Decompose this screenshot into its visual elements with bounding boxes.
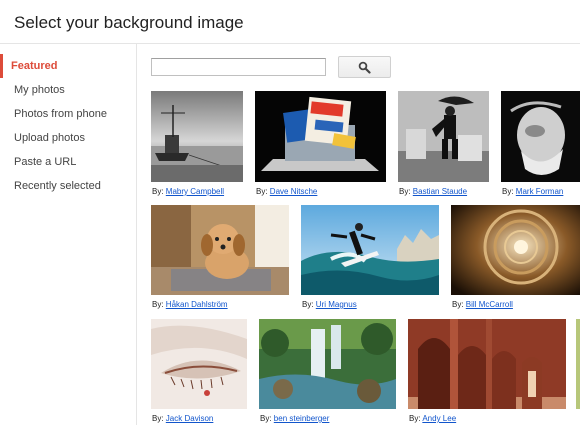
credit-by-label: By: <box>302 300 314 309</box>
sidebar-item-featured[interactable]: Featured <box>0 54 136 78</box>
photo-credit: By: Uri Magnus <box>302 300 357 309</box>
photo-credit: By: Dave Nitsche <box>256 187 317 196</box>
photo-credit: By: Mark Forman <box>502 187 563 196</box>
photo-thumbnail-umbrella[interactable] <box>398 91 489 182</box>
author-link[interactable]: Håkan Dahlström <box>166 300 228 309</box>
sidebar-item-photos-from-phone[interactable]: Photos from phone <box>0 102 136 126</box>
author-link[interactable]: Jack Davison <box>166 414 214 423</box>
author-link[interactable]: ben steinberger <box>274 414 330 423</box>
header-divider <box>0 43 580 44</box>
author-link[interactable]: Bastian Staude <box>413 187 467 196</box>
search-icon <box>358 61 371 74</box>
sidebar-item-upload-photos[interactable]: Upload photos <box>0 126 136 150</box>
sidebar-item-recently-selected[interactable]: Recently selected <box>0 174 136 198</box>
credit-by-label: By: <box>399 187 411 196</box>
sidebar-divider <box>136 44 137 425</box>
photo-thumbnail-laptop[interactable] <box>255 91 386 182</box>
photo-thumbnail-boat[interactable] <box>151 91 243 182</box>
photo-thumbnail-eye[interactable] <box>151 319 247 409</box>
author-link[interactable]: Dave Nitsche <box>270 187 318 196</box>
sidebar-nav: Featured My photos Photos from phone Upl… <box>0 54 136 198</box>
photo-thumbnail-puppy[interactable] <box>151 205 289 295</box>
credit-by-label: By: <box>452 300 464 309</box>
author-link[interactable]: Uri Magnus <box>316 300 357 309</box>
photo-credit: By: ben steinberger <box>260 414 329 423</box>
page-title: Select your background image <box>14 13 244 32</box>
photo-thumbnail-waterfall[interactable] <box>259 319 396 409</box>
credit-by-label: By: <box>256 187 268 196</box>
photo-credit: By: Bill McCarroll <box>452 300 513 309</box>
credit-by-label: By: <box>152 414 164 423</box>
author-link[interactable]: Mabry Campbell <box>166 187 224 196</box>
credit-by-label: By: <box>152 300 164 309</box>
photo-credit: By: Andy Lee <box>409 414 456 423</box>
photo-credit: By: Mabry Campbell <box>152 187 224 196</box>
author-link[interactable]: Andy Lee <box>422 414 456 423</box>
photo-thumbnail-old-man[interactable] <box>501 91 580 182</box>
sidebar-item-paste-url[interactable]: Paste a URL <box>0 150 136 174</box>
credit-by-label: By: <box>260 414 272 423</box>
photo-credit: By: Bastian Staude <box>399 187 467 196</box>
photo-thumbnail-arches[interactable] <box>408 319 566 409</box>
photo-thumbnail-partial[interactable] <box>576 319 580 409</box>
credit-by-label: By: <box>409 414 421 423</box>
sidebar-item-my-photos[interactable]: My photos <box>0 78 136 102</box>
photo-credit: By: Håkan Dahlström <box>152 300 228 309</box>
author-link[interactable]: Bill McCarroll <box>466 300 513 309</box>
credit-by-label: By: <box>502 187 514 196</box>
search-input[interactable] <box>151 58 326 76</box>
author-link[interactable]: Mark Forman <box>516 187 564 196</box>
photo-thumbnail-staircase[interactable] <box>451 205 580 295</box>
search-button[interactable] <box>338 56 391 78</box>
credit-by-label: By: <box>152 187 164 196</box>
photo-thumbnail-surfer[interactable] <box>301 205 439 295</box>
photo-credit: By: Jack Davison <box>152 414 213 423</box>
